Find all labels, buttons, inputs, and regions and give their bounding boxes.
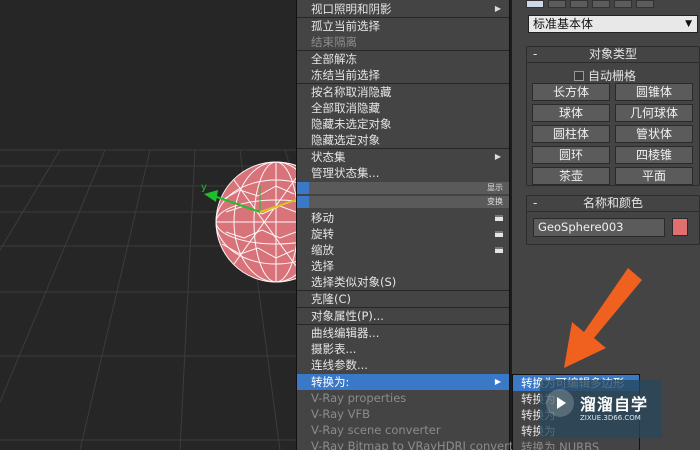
- menu-item-clone[interactable]: 克隆(C): [297, 291, 509, 307]
- geosphere-object: [215, 161, 296, 283]
- menu-item-vray-scene-converter[interactable]: V-Ray scene converter: [297, 422, 509, 438]
- menu-item-unfreeze-all[interactable]: 全部解冻: [297, 51, 509, 67]
- primitive-type-dropdown[interactable]: 标准基本体 ▼: [528, 15, 698, 33]
- menu-item-curve-editor[interactable]: 曲线编辑器...: [297, 325, 509, 341]
- menu-item-hide-selection[interactable]: 隐藏选定对象: [297, 132, 509, 148]
- command-panel-tabs: [526, 0, 700, 8]
- submenu-arrow-icon: ▶: [494, 4, 501, 13]
- menu-item-vray-vfb[interactable]: V-Ray VFB: [297, 406, 509, 422]
- teapot-button[interactable]: 茶壶: [532, 167, 610, 185]
- play-logo-icon: [546, 389, 574, 417]
- menu-item-vray-bitmap-converter[interactable]: V-Ray Bitmap to VRayHDRI converter: [297, 438, 525, 450]
- menu-item-convert-to[interactable]: 转换为: ▶: [297, 374, 509, 390]
- menu-item-unhide-all[interactable]: 全部取消隐藏: [297, 100, 509, 116]
- cylinder-button[interactable]: 圆柱体: [532, 125, 610, 143]
- tab-modify-icon[interactable]: [548, 0, 566, 8]
- settings-box-icon[interactable]: [495, 231, 503, 237]
- menu-item-scale[interactable]: 缩放: [297, 242, 509, 258]
- geosphere-button[interactable]: 几何球体: [615, 104, 693, 122]
- quad-band-transform: 变换: [297, 196, 509, 208]
- menu-item-object-properties[interactable]: 对象属性(P)...: [297, 308, 509, 324]
- watermark-url: ZIXUE.3D66.COM: [580, 414, 641, 422]
- menu-item-state-sets[interactable]: 状态集 ▶: [297, 149, 509, 165]
- menu-item-rotate[interactable]: 旋转: [297, 226, 509, 242]
- menu-item-manage-state-sets[interactable]: 管理状态集...: [297, 165, 509, 181]
- collapse-icon: -: [533, 47, 538, 61]
- torus-button[interactable]: 圆环: [532, 146, 610, 164]
- cone-button[interactable]: 圆锥体: [615, 83, 693, 101]
- y-axis-label: y: [201, 182, 207, 193]
- menu-item-select[interactable]: 选择: [297, 258, 509, 274]
- object-type-header[interactable]: - 对象类型: [527, 47, 699, 63]
- box-button[interactable]: 长方体: [532, 83, 610, 101]
- settings-box-icon[interactable]: [495, 247, 503, 253]
- annotation-arrow-icon: [564, 268, 642, 368]
- menu-item-hide-unselected[interactable]: 隐藏未选定对象: [297, 116, 509, 132]
- tab-utilities-icon[interactable]: [636, 0, 654, 8]
- tab-motion-icon[interactable]: [592, 0, 610, 8]
- viewport-grid: [0, 149, 296, 450]
- watermark-name: 溜溜自学: [580, 395, 649, 414]
- menu-item-freeze-selection[interactable]: 冻结当前选择: [297, 67, 509, 83]
- menu-item-vray-properties[interactable]: V-Ray properties: [297, 390, 509, 406]
- chevron-down-icon: ▼: [685, 19, 692, 29]
- quad-band-display: 显示: [297, 182, 509, 194]
- checkbox-box-icon: [574, 71, 584, 81]
- submenu-item-nurbs[interactable]: 转换为 NURBS: [513, 439, 639, 450]
- plane-button[interactable]: 平面: [615, 167, 693, 185]
- menu-item-end-isolate: 结束隔离: [311, 35, 357, 49]
- menu-item-unhide-by-name[interactable]: 按名称取消隐藏: [297, 84, 509, 100]
- autogrid-checkbox[interactable]: 自动栅格: [574, 67, 636, 84]
- object-name-field[interactable]: GeoSphere003: [533, 218, 665, 237]
- menu-item-select-similar[interactable]: 选择类似对象(S): [297, 274, 509, 290]
- pyramid-button[interactable]: 四棱锥: [615, 146, 693, 164]
- tab-display-icon[interactable]: [614, 0, 632, 8]
- tab-create-icon[interactable]: [526, 0, 544, 8]
- name-and-color-header[interactable]: - 名称和颜色: [527, 196, 699, 212]
- object-type-rollout: - 对象类型 自动栅格 长方体 圆锥体 球体 几何球体 圆柱体 管状体 圆环 四…: [526, 46, 700, 186]
- tube-button[interactable]: 管状体: [615, 125, 693, 143]
- sphere-button[interactable]: 球体: [532, 104, 610, 122]
- settings-box-icon[interactable]: [495, 215, 503, 221]
- menu-item-viewport-lighting[interactable]: 视口照明和阴影 ▶: [297, 1, 509, 17]
- collapse-icon: -: [533, 196, 538, 210]
- object-color-swatch[interactable]: [672, 218, 688, 236]
- submenu-arrow-icon: ▶: [494, 377, 501, 386]
- menu-item-move[interactable]: 移动: [297, 210, 509, 226]
- perspective-viewport[interactable]: y: [0, 0, 296, 450]
- menu-item-dope-sheet[interactable]: 摄影表...: [297, 341, 509, 357]
- menu-item-isolate-selection[interactable]: 孤立当前选择: [297, 18, 509, 34]
- menu-item-wire-parameters[interactable]: 连线参数...: [297, 357, 509, 373]
- tab-hierarchy-icon[interactable]: [570, 0, 588, 8]
- submenu-arrow-icon: ▶: [494, 152, 501, 161]
- name-and-color-rollout: - 名称和颜色 GeoSphere003: [526, 195, 700, 245]
- watermark: 溜溜自学 ZIXUE.3D66.COM: [540, 380, 662, 438]
- quad-menu: 视口照明和阴影 ▶ 孤立当前选择 结束隔离 全部解冻 冻结当前选择 按名称取消隐…: [296, 0, 525, 450]
